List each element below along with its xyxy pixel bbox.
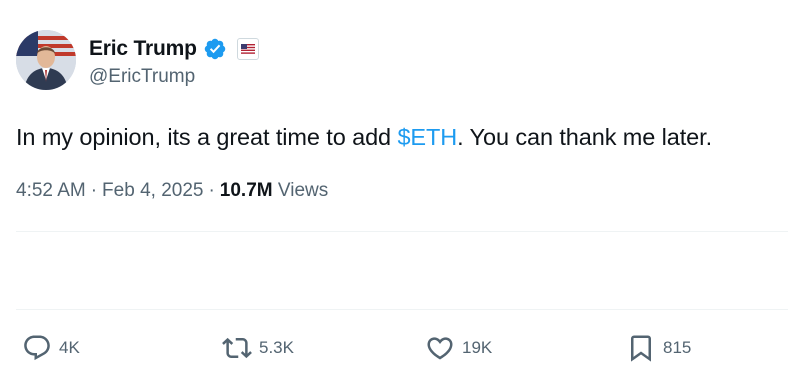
meta-separator: ·: [90, 180, 98, 201]
avatar-image: [16, 30, 76, 90]
action-bar: 4K 5.3K 19K 815: [0, 328, 788, 368]
bookmark-button[interactable]: 815: [626, 328, 691, 368]
avatar[interactable]: [16, 30, 76, 90]
author-handle[interactable]: @EricTrump: [89, 66, 195, 88]
bookmark-count: 815: [663, 338, 692, 357]
retweet-icon: [222, 337, 252, 359]
tweet-time[interactable]: 4:52 AM: [16, 180, 86, 201]
reply-icon: [24, 335, 50, 361]
tweet-meta: 4:52 AM · Feb 4, 2025 · 10.7M Views: [16, 180, 328, 202]
cashtag-link[interactable]: $ETH: [397, 124, 457, 150]
us-flag-icon: [236, 38, 259, 60]
like-count: 19K: [462, 338, 493, 357]
tweet-text-after: . You can thank me later.: [457, 124, 713, 150]
tweet-card: Eric Trump @EricTrump In my opinion, its…: [0, 0, 788, 378]
tweet-text-before: In my opinion, its a great time to add: [16, 124, 398, 150]
divider: [16, 231, 788, 232]
reply-count: 4K: [59, 338, 80, 357]
views-label: Views: [277, 180, 329, 201]
views-count: 10.7M: [219, 180, 273, 201]
verified-badge-icon: [204, 38, 225, 60]
reply-button[interactable]: 4K: [22, 328, 80, 368]
meta-separator: ·: [208, 180, 215, 201]
author-display-name[interactable]: Eric Trump: [89, 37, 197, 61]
like-button[interactable]: 19K: [425, 328, 492, 368]
retweet-button[interactable]: 5.3K: [222, 328, 294, 368]
heart-icon: [427, 337, 453, 360]
divider: [16, 309, 788, 310]
tweet-date[interactable]: Feb 4, 2025: [102, 180, 203, 201]
tweet-text: In my opinion, its a great time to add $…: [16, 120, 712, 154]
retweet-count: 5.3K: [259, 338, 294, 357]
author-name-row: Eric Trump: [89, 36, 259, 62]
bookmark-icon: [631, 335, 651, 362]
